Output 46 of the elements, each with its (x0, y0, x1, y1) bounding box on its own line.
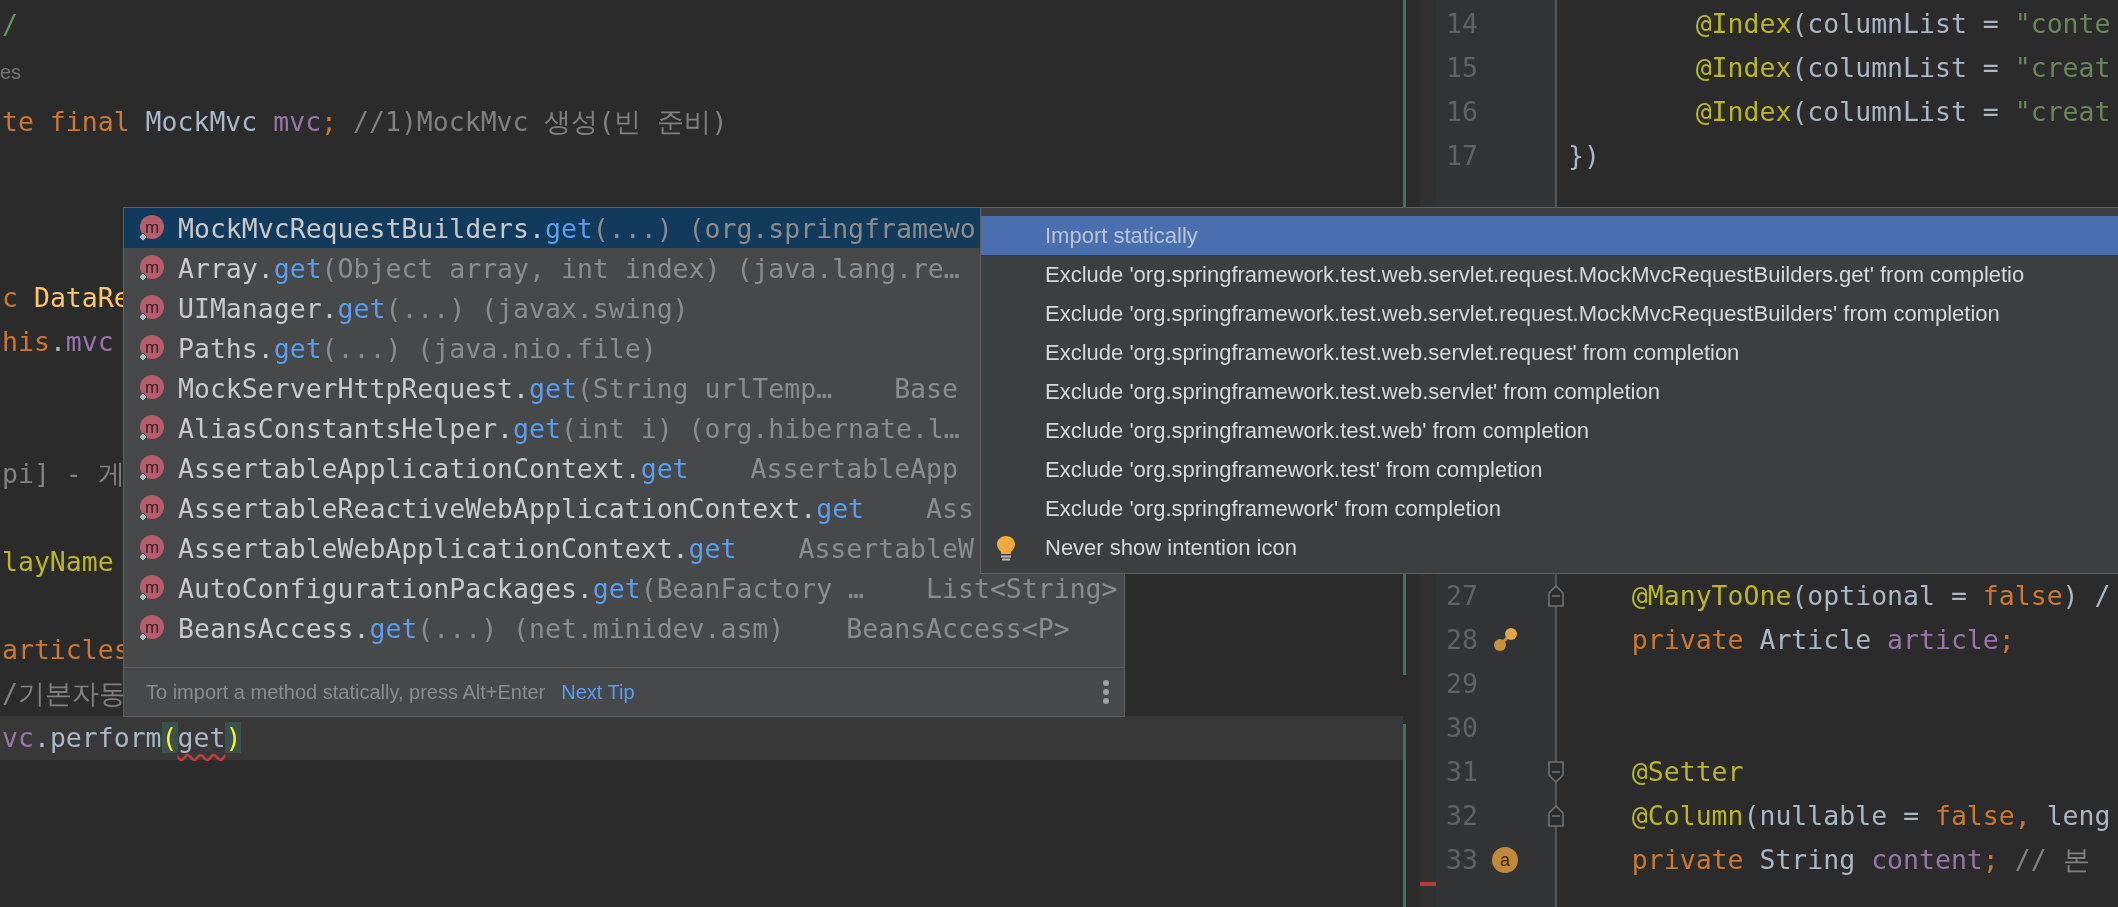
method-icon: m (138, 454, 166, 482)
type-text: AssertableApp (750, 452, 958, 484)
method-icon: m (138, 414, 166, 442)
completion-text: BeansAccess.get(...) (net.minidev.asm) (178, 612, 785, 644)
method-icon: m (138, 294, 166, 322)
code-line: /기본자동 (2, 677, 126, 711)
completion-text: MockServerHttpRequest.get(String urlTemp… (178, 372, 833, 404)
completion-text: AssertableWebApplicationContext.get (178, 532, 737, 564)
code-line: @Index(columnList = "conte (1694, 7, 2111, 41)
method-icon: m (138, 374, 166, 402)
inlay-hint: es (0, 60, 22, 85)
code-line: @Column(nullable = false, leng (1630, 799, 2111, 833)
code-line: @Index(columnList = "creat (1694, 95, 2111, 129)
code-line: private Article article; (1630, 623, 2015, 657)
tip-text: To import a method statically, press Alt+Enter (146, 680, 546, 704)
type-text: AssertableW (798, 532, 974, 564)
completion-text: UIManager.get(...) (javax.swing) (178, 292, 689, 324)
completion-text: AssertableApplicationContext.get (178, 452, 689, 484)
code-line: @Setter (1630, 755, 1744, 789)
code-line: private String content; // 본 (1630, 843, 2090, 877)
method-icon: m (138, 574, 166, 602)
completion-text: Array.get(Object array, int index) (java.lang.re… (178, 252, 960, 284)
type-text: BeansAccess<P> (846, 612, 1070, 644)
method-icon: m (138, 334, 166, 362)
code-line: vc.perform(get) (2, 721, 242, 755)
code-line: te final MockMvc mvc; //1)MockMvc 생성(빈 준비) (2, 105, 728, 139)
completion-text: AliasConstantsHelper.get(int i) (org.hibernate.l… (178, 412, 960, 444)
code-line: @Index(columnList = "creat (1694, 51, 2111, 85)
type-text: Ass (926, 492, 974, 524)
code-line: }) (1568, 139, 1600, 173)
completion-text: Paths.get(...) (java.nio.file) (178, 332, 657, 364)
method-icon: m (138, 254, 166, 282)
code-line: his.mvc (2, 325, 114, 359)
code-line: / (2, 8, 18, 42)
completion-text: AutoConfigurationPackages.get(BeanFactory … (178, 572, 865, 604)
method-icon: m (138, 494, 166, 522)
method-icon: m (138, 534, 166, 562)
completion-text: AssertableReactiveWebApplicationContext.get (178, 492, 865, 524)
code-line: @ManyToOne(optional = false) / (1630, 579, 2111, 613)
method-icon: m (138, 214, 166, 242)
type-text: List<String> (926, 572, 1118, 604)
completion-text: MockMvcRequestBuilders.get(...) (org.springframewo (178, 212, 976, 244)
type-text: Base (894, 372, 958, 404)
code-line: pi] - 게 (2, 457, 125, 491)
code-line: layName (2, 545, 114, 579)
method-icon: m (138, 614, 166, 642)
